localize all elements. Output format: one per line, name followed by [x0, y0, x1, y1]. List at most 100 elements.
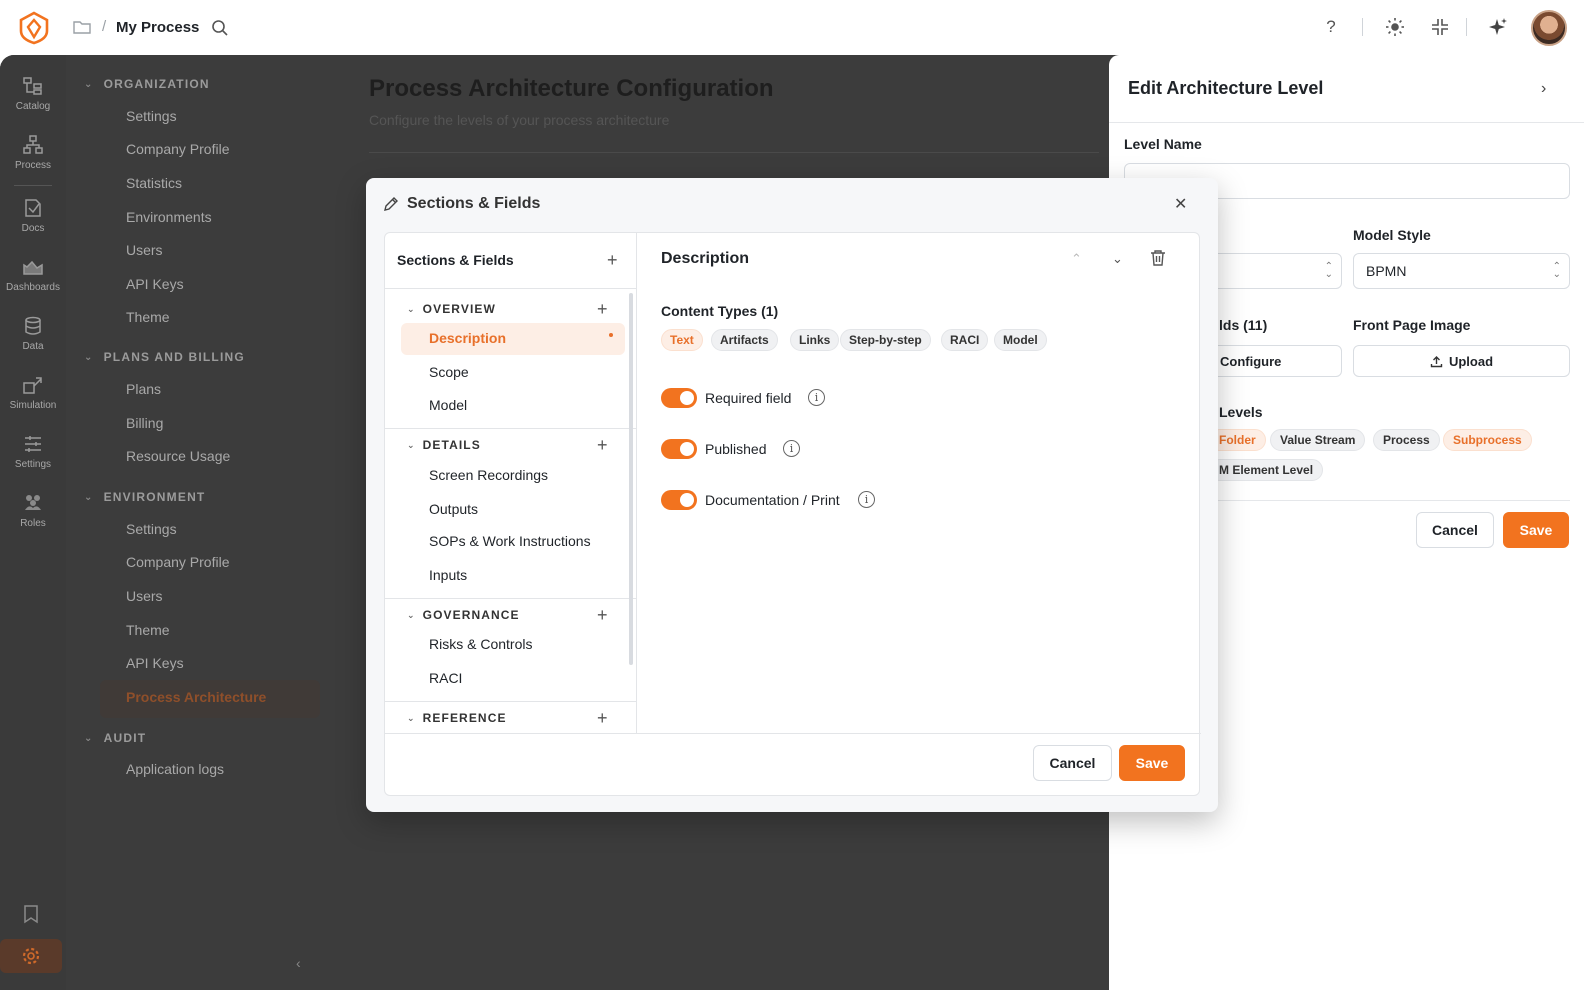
trash-icon[interactable]	[1150, 249, 1166, 267]
collapse-icon[interactable]	[1430, 17, 1450, 37]
field-item-raci[interactable]: RACI	[429, 670, 462, 686]
chevron-down-icon: ⌄	[84, 351, 94, 363]
content-chip-model[interactable]: Model	[994, 329, 1047, 351]
rail-item-simulation[interactable]: Simulation	[0, 374, 66, 411]
nav-item-statistics[interactable]: Statistics	[126, 175, 182, 191]
nav-item-env-users[interactable]: Users	[126, 588, 163, 604]
info-icon[interactable]: i	[808, 389, 825, 406]
nav-item-resource-usage[interactable]: Resource Usage	[126, 448, 230, 464]
field-item-outputs[interactable]: Outputs	[429, 501, 478, 517]
modal-cancel-button[interactable]: Cancel	[1033, 745, 1112, 781]
folder-icon[interactable]	[73, 19, 91, 35]
nav-item-billing[interactable]: Billing	[126, 415, 163, 431]
nav-item-theme[interactable]: Theme	[126, 309, 170, 325]
rail-item-data[interactable]: Data	[0, 315, 66, 352]
field-item-description[interactable]: Description	[429, 330, 506, 346]
rail-item-dashboards[interactable]: Dashboards	[0, 256, 66, 293]
required-field-toggle[interactable]	[661, 388, 697, 408]
field-item-screen-recordings[interactable]: Screen Recordings	[429, 467, 548, 483]
content-chip-step-by-step[interactable]: Step-by-step	[840, 329, 931, 351]
content-chip-raci[interactable]: RACI	[941, 329, 989, 351]
field-item-model[interactable]: Model	[429, 397, 467, 413]
rail-item-process[interactable]: Process	[0, 134, 66, 171]
bookmark-icon	[24, 905, 38, 924]
field-item-risks-controls[interactable]: Risks & Controls	[429, 636, 532, 652]
nav-item-env-company-profile[interactable]: Company Profile	[126, 554, 230, 570]
model-style-select[interactable]: BPMN ⌃ ⌄	[1353, 253, 1570, 289]
nav-group-environment[interactable]: ⌄ ENVIRONMENT	[84, 490, 205, 504]
field-item-sops[interactable]: SOPs & Work Instructions	[429, 533, 591, 549]
breadcrumb-title[interactable]: My Process	[116, 19, 199, 36]
bookmark-button[interactable]	[0, 897, 62, 931]
nav-item-env-settings[interactable]: Settings	[126, 521, 177, 537]
settings-nav	[66, 55, 324, 990]
modal-save-button[interactable]: Save	[1119, 745, 1185, 781]
rail-item-catalog[interactable]: Catalog	[0, 75, 66, 112]
add-field-icon[interactable]: +	[597, 300, 608, 318]
info-icon[interactable]: i	[858, 491, 875, 508]
app-logo-icon[interactable]	[18, 11, 50, 45]
content-chip-links[interactable]: Links	[790, 329, 840, 351]
sections-scrollbar[interactable]	[629, 293, 633, 665]
nav-group-organization[interactable]: ⌄ ORGANIZATION	[84, 77, 210, 91]
move-up-icon[interactable]: ⌃	[1071, 251, 1082, 267]
help-icon[interactable]: ?	[1321, 17, 1341, 37]
documentation-print-toggle[interactable]	[661, 490, 697, 510]
chevron-down-icon: ⌄	[407, 439, 416, 450]
drawer-save-button[interactable]: Save	[1503, 512, 1569, 548]
level-chip-value-stream[interactable]: Value Stream	[1270, 429, 1366, 451]
nav-item-plans[interactable]: Plans	[126, 381, 161, 397]
nav-item-settings[interactable]: Settings	[126, 108, 177, 124]
upload-button[interactable]: Upload	[1353, 345, 1570, 377]
content-chip-artifacts[interactable]: Artifacts	[711, 329, 778, 351]
nav-group-plans-billing[interactable]: ⌄ PLANS AND BILLING	[84, 350, 245, 364]
settings-gear-button[interactable]	[0, 939, 62, 973]
drawer-cancel-button[interactable]: Cancel	[1416, 512, 1494, 548]
nav-item-environments[interactable]: Environments	[126, 209, 212, 225]
nav-item-env-theme[interactable]: Theme	[126, 622, 170, 638]
settings-sliders-icon	[25, 436, 41, 452]
sections-list: Sections & Fields + ⌄ OVERVIEW + Descript…	[385, 233, 637, 733]
add-field-icon[interactable]: +	[597, 709, 608, 727]
nav-item-users[interactable]: Users	[126, 242, 163, 258]
level-chip-element-level[interactable]: M Element Level	[1209, 459, 1324, 481]
icon-rail: Catalog Process Docs Dashboards Data Sim…	[0, 55, 66, 990]
section-group-details[interactable]: ⌄ DETAILS	[407, 438, 481, 452]
rail-label: Simulation	[9, 400, 57, 411]
nav-item-application-logs[interactable]: Application logs	[126, 761, 224, 777]
field-item-inputs[interactable]: Inputs	[429, 567, 467, 583]
search-icon[interactable]	[211, 19, 229, 37]
nav-item-env-api-keys[interactable]: API Keys	[126, 655, 184, 671]
chevron-down-icon: ⌄	[407, 712, 416, 723]
close-icon[interactable]: ✕	[1174, 194, 1187, 214]
sun-icon[interactable]	[1385, 17, 1405, 37]
rail-item-roles[interactable]: Roles	[0, 492, 66, 529]
nav-group-audit[interactable]: ⌄ AUDIT	[84, 731, 146, 745]
level-chip-subprocess[interactable]: Subprocess	[1443, 429, 1532, 451]
top-bar: / My Process ?	[0, 0, 1584, 55]
published-toggle[interactable]	[661, 439, 697, 459]
section-group-reference[interactable]: ⌄ REFERENCE	[407, 711, 507, 725]
info-icon[interactable]: i	[783, 440, 800, 457]
collapse-sidebar-icon[interactable]: ‹	[296, 955, 301, 971]
nav-item-api-keys[interactable]: API Keys	[126, 276, 184, 292]
nav-item-company-profile[interactable]: Company Profile	[126, 141, 230, 157]
avatar[interactable]	[1531, 10, 1567, 46]
section-group-governance[interactable]: ⌄ GOVERNANCE	[407, 608, 520, 622]
section-group-overview[interactable]: ⌄ OVERVIEW	[407, 302, 496, 316]
add-section-icon[interactable]: +	[607, 251, 618, 269]
field-item-scope[interactable]: Scope	[429, 364, 469, 380]
rail-divider	[14, 185, 52, 186]
sections-list-header: Sections & Fields	[397, 252, 514, 268]
sparkle-icon[interactable]	[1488, 17, 1508, 37]
add-field-icon[interactable]: +	[597, 436, 608, 454]
move-down-icon[interactable]: ⌄	[1112, 251, 1123, 267]
nav-item-process-architecture[interactable]: Process Architecture	[126, 689, 266, 705]
rail-item-docs[interactable]: Docs	[0, 197, 66, 234]
chevron-right-icon[interactable]: ›	[1541, 80, 1546, 98]
content-chip-text[interactable]: Text	[661, 329, 703, 351]
level-chip-process[interactable]: Process	[1373, 429, 1440, 451]
add-field-icon[interactable]: +	[597, 606, 608, 624]
rail-item-settings[interactable]: Settings	[0, 433, 66, 470]
list-divider	[385, 701, 636, 702]
